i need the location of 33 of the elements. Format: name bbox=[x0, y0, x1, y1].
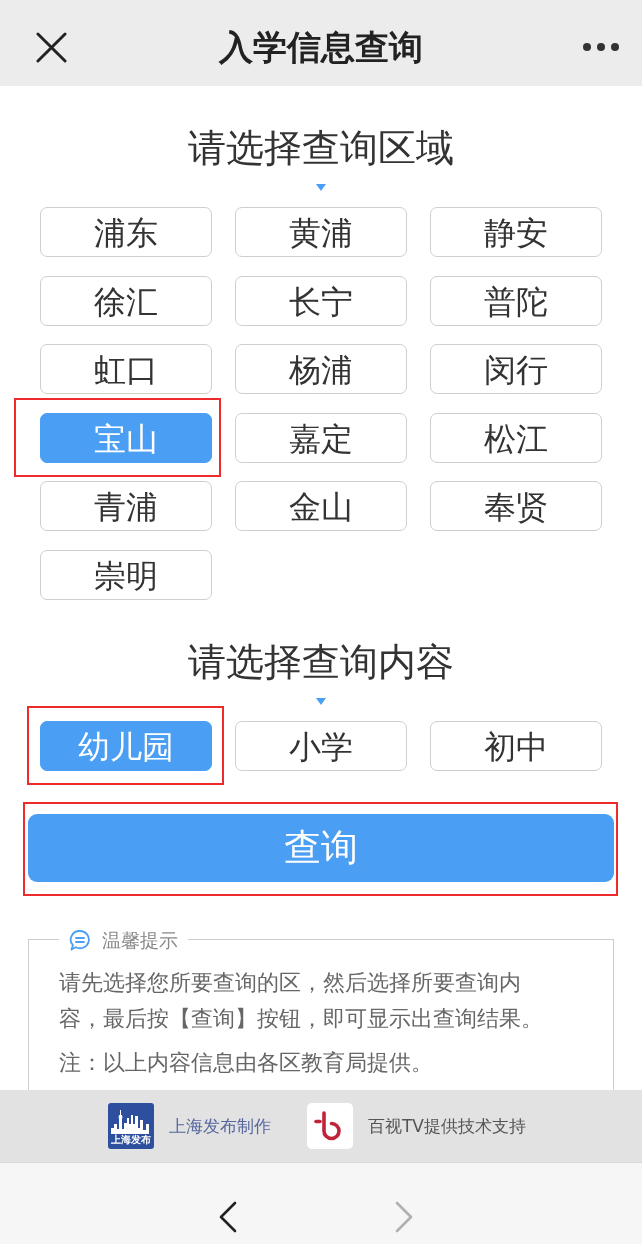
chat-bubble-icon bbox=[69, 928, 91, 951]
letter-b-logo-icon bbox=[307, 1103, 353, 1149]
district-button[interactable]: 黄浦 bbox=[235, 207, 407, 257]
district-button[interactable]: 杨浦 bbox=[235, 344, 407, 394]
close-icon[interactable] bbox=[36, 31, 67, 63]
school-type-button[interactable]: 小学 bbox=[235, 720, 407, 771]
section-title: 请选择查询区域 bbox=[187, 125, 455, 172]
section-title: 请选择查询内容 bbox=[187, 638, 455, 686]
district-button[interactable]: 虹口 bbox=[40, 344, 212, 394]
credit-text: 百视TV提供技术支持 bbox=[368, 1114, 526, 1138]
tip-text: 注：以上内容信息由各区教育局提供。 bbox=[59, 1048, 434, 1077]
pointer-icon bbox=[316, 697, 326, 705]
district-button[interactable]: 青浦 bbox=[40, 481, 212, 531]
tip-title: 温馨提示 bbox=[102, 927, 178, 952]
page-title: 入学信息查询 bbox=[219, 26, 423, 69]
district-button[interactable]: 浦东 bbox=[40, 207, 212, 257]
district-button[interactable]: 嘉定 bbox=[235, 412, 407, 463]
district-button[interactable]: 静安 bbox=[430, 207, 602, 257]
back-icon[interactable] bbox=[218, 1200, 238, 1233]
pointer-icon bbox=[316, 184, 326, 191]
district-button[interactable]: 长宁 bbox=[235, 275, 407, 326]
tip-text: 请先选择您所要查询的区，然后选择所要查询内容，最后按【查询】按钮，即可显示出查询结果。 bbox=[59, 968, 544, 1033]
credit-text: 上海发布制作 bbox=[169, 1114, 271, 1138]
district-button[interactable]: 普陀 bbox=[430, 275, 602, 326]
district-button[interactable]: 金山 bbox=[235, 481, 407, 531]
more-icon[interactable] bbox=[583, 43, 619, 51]
logo-text: 上海发布 bbox=[111, 1134, 151, 1146]
district-button[interactable]: 闵行 bbox=[430, 344, 602, 394]
district-button[interactable]: 奉贤 bbox=[430, 481, 602, 531]
district-button[interactable]: 松江 bbox=[430, 412, 602, 463]
district-button[interactable]: 崇明 bbox=[40, 549, 212, 600]
school-type-button[interactable]: 初中 bbox=[430, 720, 602, 771]
district-button[interactable]: 徐汇 bbox=[40, 275, 212, 326]
